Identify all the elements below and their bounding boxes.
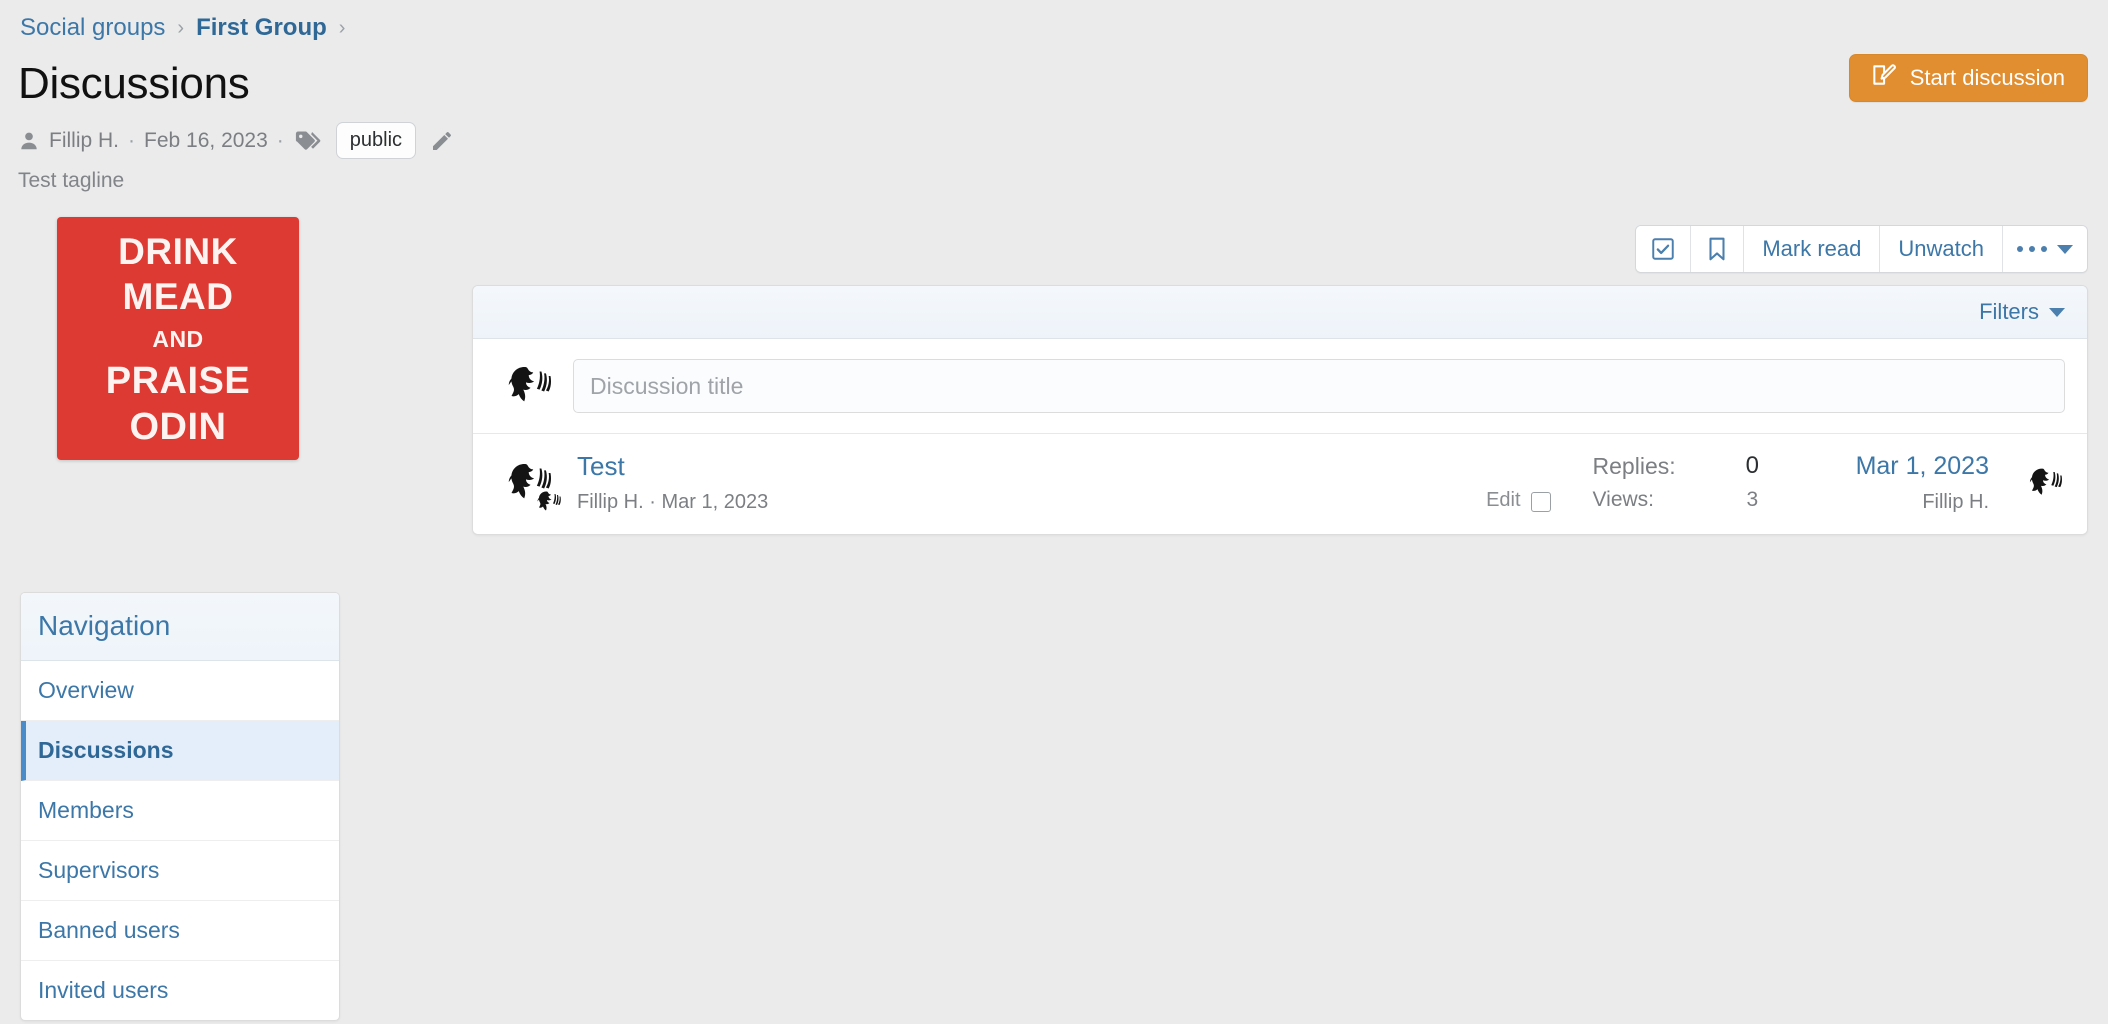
discussion-info: Test Fillip H. · Mar 1, 2023	[571, 450, 1470, 516]
meta-separator: ·	[128, 128, 136, 152]
unwatch-button[interactable]: Unwatch	[1880, 226, 2003, 272]
chevron-down-icon	[2057, 244, 2073, 254]
user-icon	[18, 130, 40, 152]
edit-label: Edit	[1486, 489, 1521, 511]
page-root: Social groups › First Group › Discussion…	[0, 0, 2108, 1024]
page-meta: Fillip H. · Feb 16, 2023 · public	[18, 122, 454, 159]
ellipsis-icon	[2017, 246, 2047, 252]
meta-separator: ·	[276, 128, 284, 152]
last-post-user: Fillip H.	[1922, 491, 1989, 513]
filters-bar: Filters	[473, 286, 2087, 339]
compose-icon	[1870, 62, 1896, 94]
meta-author: Fillip H.	[49, 128, 120, 152]
avatar	[497, 454, 561, 512]
filters-label: Filters	[1979, 299, 2039, 324]
breadcrumb-separator-icon: ›	[177, 17, 185, 39]
row-select-checkbox[interactable]	[1530, 492, 1551, 512]
group-poster-image: DRINK MEAD AND PRAISE ODIN	[57, 217, 299, 460]
meta-date: Feb 16, 2023	[144, 128, 268, 152]
avatar-secondary	[531, 486, 563, 518]
poster-line-4: PRAISE	[105, 359, 251, 402]
poster-line-3: AND	[152, 325, 204, 352]
discussion-byline: Fillip H. · Mar 1, 2023	[577, 488, 1470, 516]
bookmark-button[interactable]	[1691, 226, 1745, 272]
table-row: Test Fillip H. · Mar 1, 2023 Edit Replie…	[473, 434, 2087, 534]
discussions-card: Filters Discussion title Test Fillip H. …	[472, 285, 2088, 535]
replies-value: 0	[1745, 452, 1759, 479]
views-label: Views:	[1592, 488, 1655, 511]
select-all-button[interactable]	[1636, 226, 1692, 272]
mark-read-button[interactable]: Mark read	[1744, 226, 1881, 272]
discussion-author: Fillip H.	[577, 491, 644, 513]
avatar	[497, 357, 555, 415]
breadcrumb-separator-icon: ›	[338, 17, 346, 39]
poster-line-5: ODIN	[129, 405, 227, 448]
tags-icon	[295, 129, 322, 152]
discussion-date: Mar 1, 2023	[661, 491, 769, 513]
more-options-button[interactable]	[2003, 226, 2087, 272]
filters-button[interactable]: Filters	[1979, 299, 2065, 325]
start-discussion-button[interactable]: Start discussion	[1848, 54, 2088, 102]
list-toolbar: Mark read Unwatch	[1635, 225, 2088, 273]
sidebar-item-overview[interactable]: Overview	[21, 661, 339, 721]
discussion-stats: Replies: 0 Views: 3	[1593, 451, 1759, 515]
breadcrumb: Social groups › First Group ›	[20, 12, 345, 44]
poster-line-2: MEAD	[122, 275, 234, 317]
edit-pencil-icon[interactable]	[430, 129, 454, 153]
navigation-heading: Navigation	[21, 593, 339, 661]
poster-line-1: DRINK	[118, 230, 238, 272]
discussion-title-link[interactable]: Test	[577, 450, 625, 482]
group-tagline: Test tagline	[18, 169, 125, 192]
breadcrumb-item-social-groups[interactable]: Social groups	[20, 12, 165, 44]
page-title: Discussions	[18, 59, 250, 108]
last-post-cell: Mar 1, 2023 Fillip H.	[1819, 450, 1989, 516]
start-discussion-label: Start discussion	[1909, 65, 2065, 90]
sidebar-item-discussions[interactable]: Discussions	[21, 721, 339, 781]
visibility-badge: public	[335, 122, 417, 159]
discussion-title-input[interactable]	[573, 359, 2065, 413]
last-post-date-link[interactable]: Mar 1, 2023	[1819, 450, 1989, 482]
sidebar-item-invited-users[interactable]: Invited users	[21, 961, 339, 1020]
sidebar-item-supervisors[interactable]: Supervisors	[21, 841, 339, 901]
views-value: 3	[1746, 488, 1759, 511]
sidebar-item-members[interactable]: Members	[21, 781, 339, 841]
edit-select-cell: Edit	[1486, 489, 1551, 516]
compose-discussion-row	[473, 339, 2087, 434]
navigation-panel: Navigation Overview Discussions Members …	[20, 592, 340, 1021]
replies-label: Replies:	[1592, 453, 1676, 479]
byline-separator: ·	[649, 491, 656, 513]
last-post-avatar	[2021, 461, 2065, 505]
chevron-down-icon	[2049, 307, 2065, 317]
breadcrumb-item-first-group[interactable]: First Group	[196, 12, 327, 44]
sidebar-item-banned-users[interactable]: Banned users	[21, 901, 339, 961]
